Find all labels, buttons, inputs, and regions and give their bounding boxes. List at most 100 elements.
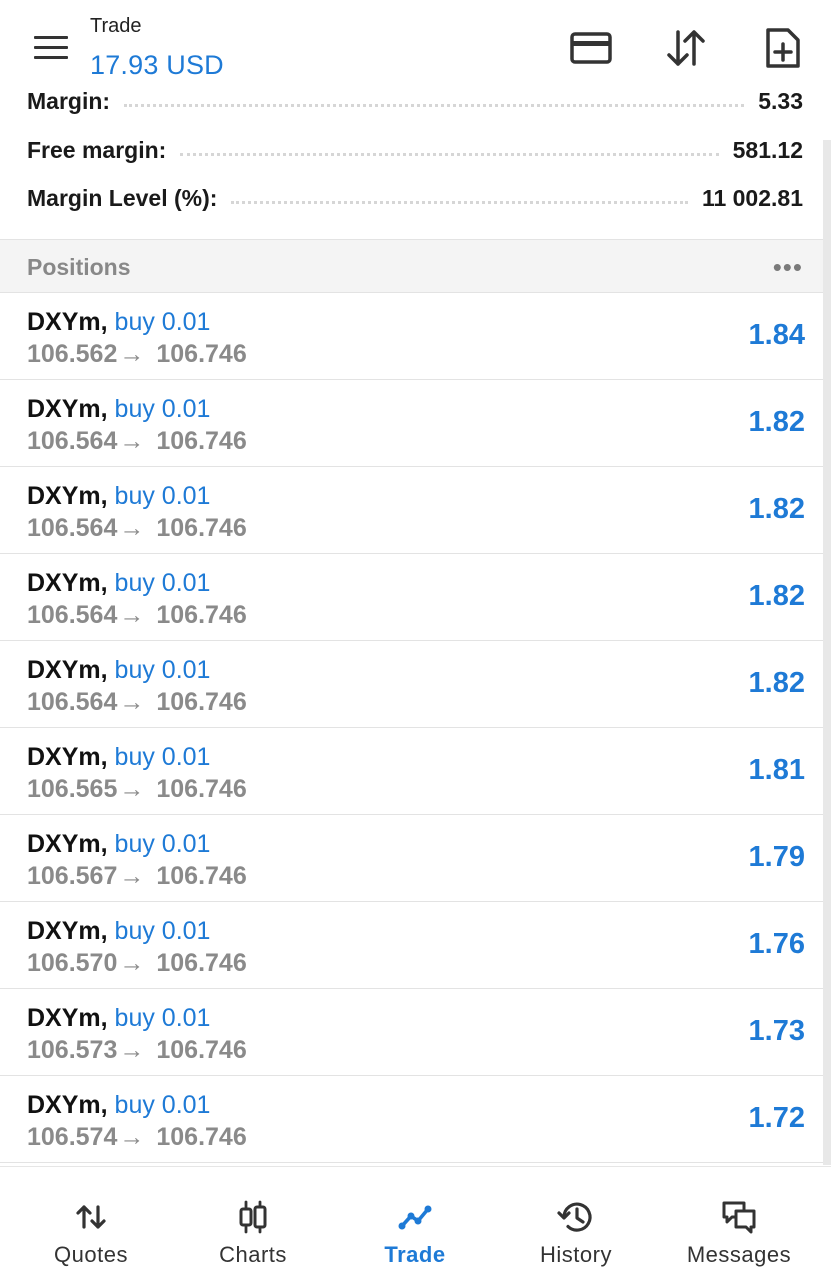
- dotted-leader: [180, 152, 719, 156]
- position-row[interactable]: DXYm, buy 0.01 106.570→ 106.746 1.76: [0, 902, 831, 989]
- position-row[interactable]: DXYm, buy 0.01 106.564→ 106.746 1.82: [0, 380, 831, 467]
- open-price: 106.564: [27, 688, 118, 716]
- nav-history[interactable]: History: [493, 1167, 659, 1281]
- position-symbol: DXYm,: [27, 395, 108, 423]
- position-side: buy 0.01: [114, 917, 211, 945]
- position-profit: 1.73: [748, 1015, 805, 1047]
- dotted-leader: [124, 103, 745, 107]
- position-symbol: DXYm,: [27, 917, 108, 945]
- more-icon[interactable]: •••: [773, 252, 803, 283]
- position-row[interactable]: DXYm, buy 0.01 106.574→ 106.746 1.72: [0, 1076, 831, 1163]
- quotes-icon: [71, 1197, 111, 1237]
- open-price: 106.564: [27, 514, 118, 542]
- positions-list: DXYm, buy 0.01 106.562→ 106.746 1.84 DXYm…: [0, 293, 831, 1163]
- position-symbol: DXYm,: [27, 482, 108, 510]
- page-title: Trade: [90, 15, 142, 37]
- nav-quotes[interactable]: Quotes: [8, 1167, 174, 1281]
- position-row[interactable]: DXYm, buy 0.01 106.564→ 106.746 1.82: [0, 554, 831, 641]
- nav-label: Quotes: [54, 1242, 128, 1267]
- position-symbol: DXYm,: [27, 308, 108, 336]
- open-price: 106.573: [27, 1036, 118, 1064]
- messages-icon: [719, 1197, 759, 1237]
- position-profit: 1.82: [748, 406, 805, 438]
- nav-label: Messages: [686, 1242, 792, 1267]
- position-side: buy 0.01: [114, 1004, 211, 1032]
- position-row[interactable]: DXYm, buy 0.01 106.573→ 106.746 1.73: [0, 989, 831, 1076]
- positions-title: Positions: [27, 254, 131, 280]
- arrow-icon: →: [119, 688, 145, 716]
- position-side: buy 0.01: [114, 830, 211, 858]
- position-profit: 1.82: [748, 493, 805, 525]
- sort-icon[interactable]: [664, 26, 708, 70]
- current-price: 106.746: [156, 340, 247, 368]
- margin-level-value: 11 002.81: [701, 184, 803, 211]
- account-balance: 17.93 USD: [90, 50, 224, 80]
- position-side: buy 0.01: [114, 308, 211, 336]
- charts-icon: [233, 1197, 273, 1237]
- position-side: buy 0.01: [114, 395, 211, 423]
- current-price: 106.746: [156, 949, 247, 977]
- current-price: 106.746: [156, 688, 247, 716]
- position-symbol: DXYm,: [27, 569, 108, 597]
- margin-level-label: Margin Level (%):: [27, 184, 218, 211]
- position-symbol: DXYm,: [27, 830, 108, 858]
- position-profit: 1.82: [748, 580, 805, 612]
- position-profit: 1.82: [748, 667, 805, 699]
- position-symbol: DXYm,: [27, 1004, 108, 1032]
- positions-header: Positions •••: [0, 239, 831, 293]
- position-side: buy 0.01: [114, 569, 211, 597]
- current-price: 106.746: [156, 427, 247, 455]
- arrow-icon: →: [119, 427, 145, 455]
- arrow-icon: →: [119, 949, 145, 977]
- arrow-icon: →: [119, 1123, 145, 1151]
- top-app-bar: Trade 17.93 USD: [0, 0, 831, 92]
- position-row[interactable]: DXYm, buy 0.01 106.565→ 106.746 1.81: [0, 728, 831, 815]
- open-price: 106.564: [27, 601, 118, 629]
- position-row[interactable]: DXYm, buy 0.01 106.564→ 106.746 1.82: [0, 467, 831, 554]
- margin-level-row: Margin Level (%): 11 002.81: [27, 178, 803, 218]
- position-symbol: DXYm,: [27, 743, 108, 771]
- position-profit: 1.81: [748, 754, 805, 786]
- nav-trade[interactable]: Trade: [332, 1167, 498, 1281]
- arrow-icon: →: [119, 514, 145, 542]
- arrow-icon: →: [119, 601, 145, 629]
- bottom-navigation: Quotes Charts Trade History Messages: [0, 1166, 831, 1280]
- nav-charts[interactable]: Charts: [170, 1167, 336, 1281]
- nav-label: Trade: [384, 1242, 446, 1267]
- free-margin-label: Free margin:: [27, 136, 167, 163]
- free-margin-value: 581.12: [732, 136, 803, 163]
- nav-messages[interactable]: Messages: [656, 1167, 822, 1281]
- open-price: 106.567: [27, 862, 118, 890]
- scrollbar[interactable]: [823, 140, 831, 1165]
- open-price: 106.574: [27, 1123, 118, 1151]
- arrow-icon: →: [119, 862, 145, 890]
- nav-label: History: [540, 1242, 612, 1267]
- free-margin-row: Free margin: 581.12: [27, 130, 803, 170]
- position-profit: 1.72: [748, 1102, 805, 1134]
- history-icon: [556, 1197, 596, 1237]
- card-icon[interactable]: [569, 26, 613, 70]
- position-side: buy 0.01: [114, 743, 211, 771]
- current-price: 106.746: [156, 862, 247, 890]
- current-price: 106.746: [156, 514, 247, 542]
- new-order-icon[interactable]: [760, 26, 804, 70]
- current-price: 106.746: [156, 601, 247, 629]
- open-price: 106.570: [27, 949, 118, 977]
- position-profit: 1.79: [748, 841, 805, 873]
- position-side: buy 0.01: [114, 482, 211, 510]
- nav-label: Charts: [219, 1242, 287, 1267]
- position-row[interactable]: DXYm, buy 0.01 106.567→ 106.746 1.79: [0, 815, 831, 902]
- position-profit: 1.84: [748, 319, 805, 351]
- position-profit: 1.76: [748, 928, 805, 960]
- open-price: 106.562: [27, 340, 118, 368]
- account-summary: Margin: 5.33 Free margin: 581.12 Margin …: [0, 85, 831, 239]
- menu-icon[interactable]: [34, 36, 68, 60]
- position-row[interactable]: DXYm, buy 0.01 106.562→ 106.746 1.84: [0, 293, 831, 380]
- arrow-icon: →: [119, 1036, 145, 1064]
- open-price: 106.565: [27, 775, 118, 803]
- position-row[interactable]: DXYm, buy 0.01 106.564→ 106.746 1.82: [0, 641, 831, 728]
- position-side: buy 0.01: [114, 656, 211, 684]
- position-symbol: DXYm,: [27, 1091, 108, 1119]
- dotted-leader: [231, 200, 688, 204]
- arrow-icon: →: [119, 340, 145, 368]
